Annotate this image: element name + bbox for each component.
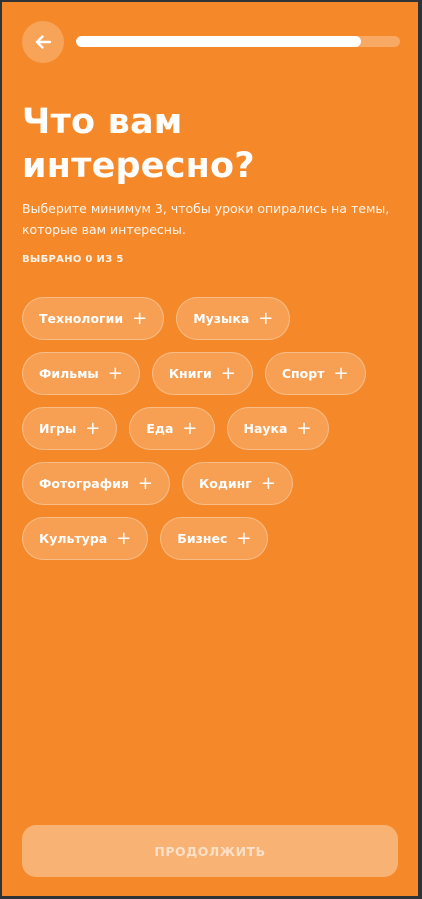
topic-chip-games[interactable]: Игры + (22, 407, 118, 450)
plus-icon: + (137, 472, 154, 494)
plus-icon: + (107, 362, 123, 384)
plus-icon: + (85, 417, 101, 439)
chip-row: Фотография + Кодинг + (22, 462, 402, 505)
plus-icon: + (220, 362, 236, 384)
topic-chip-science[interactable]: Наука + (226, 407, 329, 450)
continue-button[interactable]: ПРОДОЛЖИТЬ (22, 825, 398, 877)
topic-chip-label: Фильмы (39, 366, 99, 381)
topic-chip-coding[interactable]: Кодинг + (182, 462, 293, 505)
chip-row: Технологии + Музыка + (22, 297, 402, 340)
topic-chip-label: Бизнес (177, 531, 228, 546)
topic-chip-sport[interactable]: Спорт + (264, 352, 366, 395)
chip-row: Игры + Еда + Наука + (22, 407, 402, 450)
arrow-left-icon (35, 35, 52, 49)
topic-chip-label: Игры (39, 421, 77, 436)
topic-chip-label: Фотография (39, 476, 129, 491)
topic-chip-movies[interactable]: Фильмы + (22, 352, 140, 395)
plus-icon: + (333, 362, 349, 384)
topic-chip-label: Технологии (39, 311, 124, 326)
plus-icon: + (132, 307, 148, 329)
plus-icon: + (236, 527, 252, 549)
topic-chips: Технологии + Музыка + Фильмы + Книги + С… (22, 297, 402, 572)
plus-icon: + (182, 417, 198, 439)
progress-bar (76, 36, 400, 47)
selection-counter: ВЫБРАНО 0 ИЗ 5 (22, 254, 124, 265)
topic-chip-culture[interactable]: Культура + (22, 517, 149, 560)
top-bar (22, 20, 400, 64)
back-button[interactable] (22, 21, 64, 63)
plus-icon: + (260, 472, 276, 494)
topic-chip-label: Музыка (193, 311, 250, 326)
plus-icon: + (258, 307, 274, 329)
topic-chip-business[interactable]: Бизнес + (160, 517, 269, 560)
chip-row: Фильмы + Книги + Спорт + (22, 352, 402, 395)
topic-chip-label: Кодинг (199, 476, 252, 491)
page-title: Что вам интересно? (22, 102, 255, 186)
chip-row: Культура + Бизнес + (22, 517, 402, 560)
onboarding-screen: Что вам интересно? Выберите минимум 3, ч… (2, 2, 418, 896)
topic-chip-music[interactable]: Музыка + (176, 297, 291, 340)
topic-chip-photography[interactable]: Фотография + (22, 462, 171, 505)
progress-bar-fill (76, 36, 362, 47)
plus-icon: + (296, 417, 312, 439)
topic-chip-food[interactable]: Еда + (129, 407, 215, 450)
topic-chip-label: Книги (168, 366, 212, 381)
topic-chip-label: Культура (39, 531, 108, 546)
topic-chip-label: Спорт (281, 366, 325, 381)
topic-chip-label: Наука (243, 421, 288, 436)
topic-chip-technology[interactable]: Технологии + (22, 297, 165, 340)
page-subtitle: Выберите минимум 3, чтобы уроки опиралис… (22, 201, 390, 237)
topic-chip-label: Еда (146, 421, 174, 436)
plus-icon: + (116, 527, 132, 549)
topic-chip-books[interactable]: Книги + (151, 352, 253, 395)
